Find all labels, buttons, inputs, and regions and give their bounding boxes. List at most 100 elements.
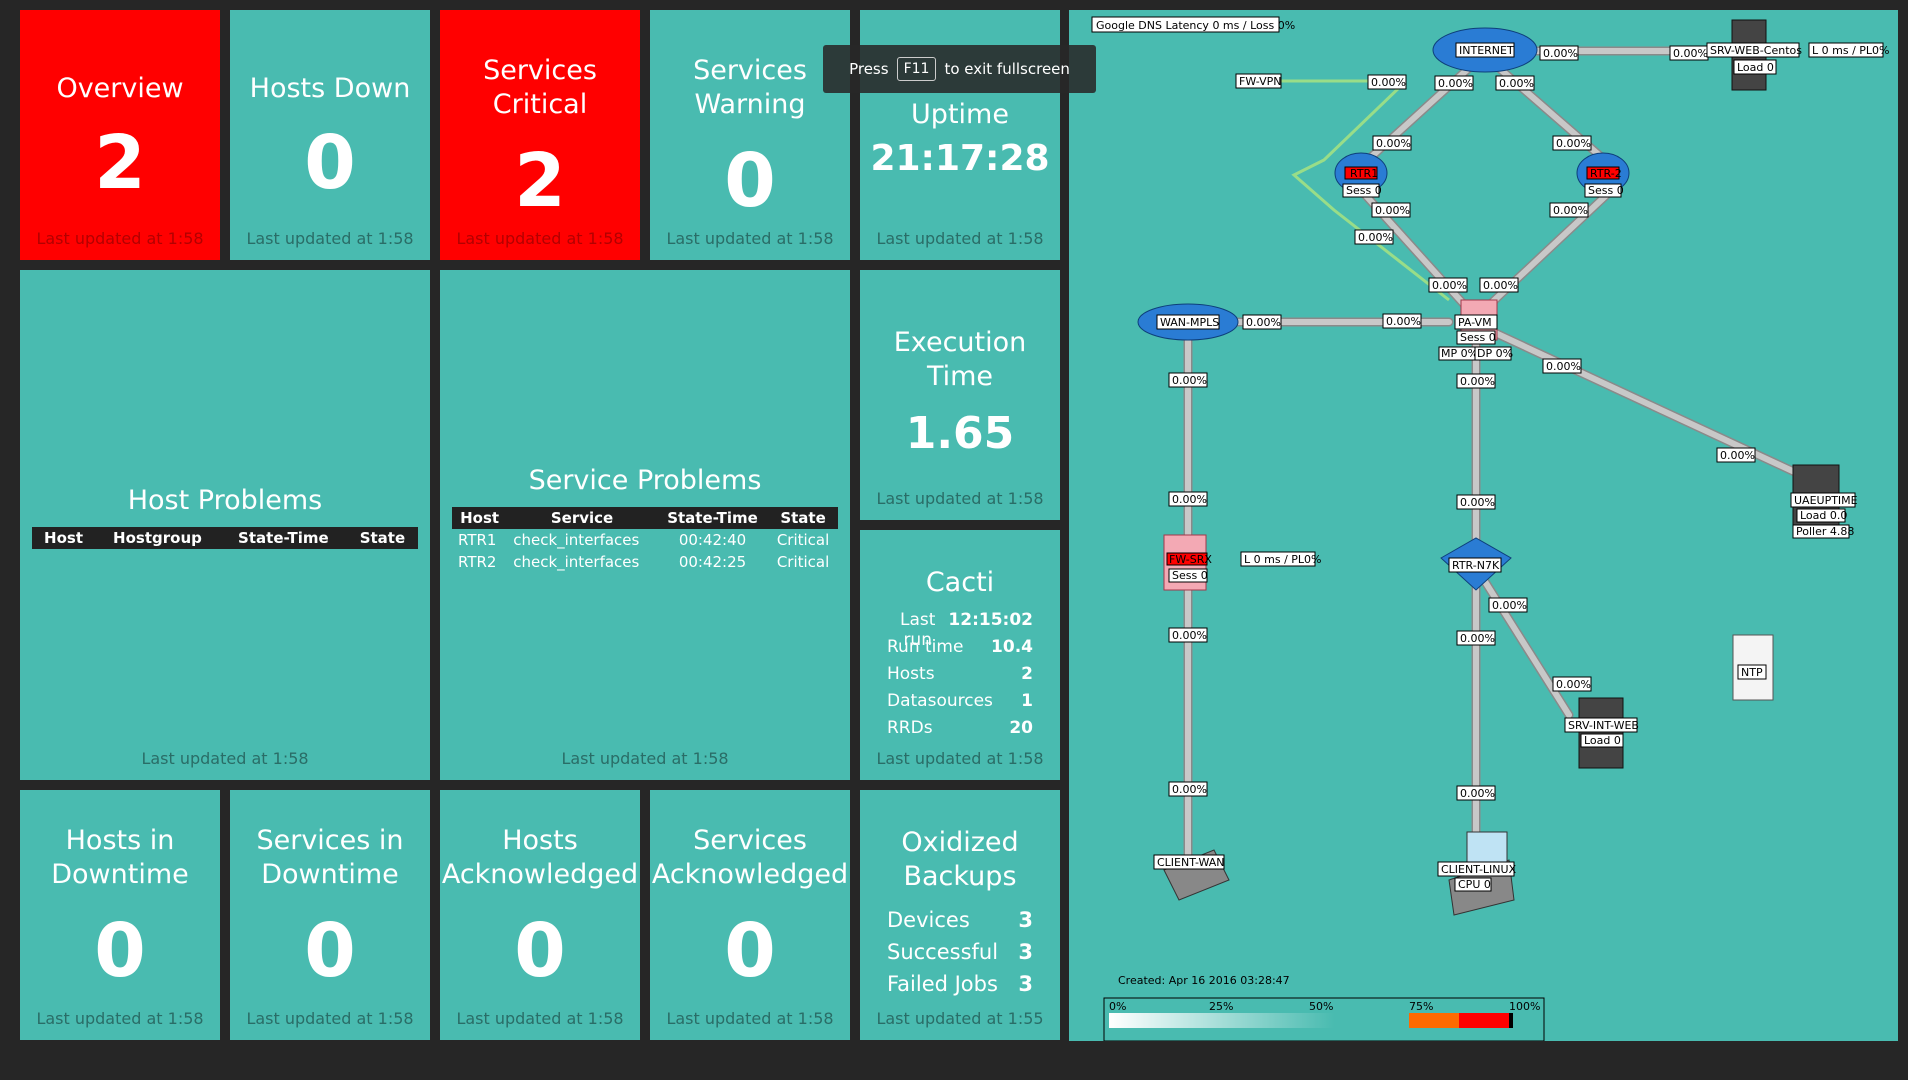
cell-host: RTR1 (458, 531, 497, 549)
tile-title-line2: Acknowledged (651, 859, 849, 890)
link-pct: 0.00% (1556, 678, 1591, 691)
kv-value: 20 (1009, 718, 1033, 738)
cacti-run-time: Run time 10.4 (887, 637, 1033, 657)
tile-footer: Last updated at 1:55 (876, 1009, 1044, 1028)
node-label: CLIENT-WAN (1157, 856, 1225, 869)
col-host: Host (32, 527, 96, 549)
host-problems-tile[interactable]: Host Problems Host Hostgroup State-Time … (20, 270, 430, 780)
services-acknowledged-tile[interactable]: Services Acknowledged 0 Last updated at … (650, 790, 850, 1040)
link-pct: 0.00% (1460, 632, 1495, 645)
link-pct: 0.00% (1438, 77, 1473, 90)
fullscreen-toast: Press F11 to exit fullscreen (823, 45, 1096, 93)
kv-label: Failed Jobs (887, 972, 998, 996)
ntp-node[interactable]: NTP (1732, 634, 1774, 701)
services-critical-tile[interactable]: Services Critical 2 Last updated at 1:58 (440, 10, 640, 260)
kv-label: Successful (887, 940, 999, 964)
tile-title-line2: Downtime (261, 859, 399, 890)
legend-red (1459, 1013, 1509, 1028)
service-problems-table: Host Service State-Time State RTR1 check… (452, 507, 838, 573)
node-label: CLIENT-LINUX (1441, 863, 1517, 876)
tile-value: 0 (304, 120, 356, 206)
wan-mpls-node[interactable]: WAN-MPLS (1137, 303, 1239, 341)
host-problems-table: Host Hostgroup State-Time State (32, 527, 418, 549)
link-pct: 0.00% (1246, 316, 1281, 329)
tile-footer: Last updated at 1:58 (456, 229, 624, 248)
cacti-tile[interactable]: Cacti Last run 12:15:02 Run time 10.4 Ho… (860, 530, 1060, 780)
link-pct: 0.00% (1386, 315, 1421, 328)
node-stat: Poller 4.88 (1796, 525, 1854, 538)
table-row[interactable]: RTR2 check_interfaces 00:42:25 Critical (452, 551, 838, 573)
hosts-downtime-tile[interactable]: Hosts in Downtime 0 Last updated at 1:58 (20, 790, 220, 1040)
tile-title-line1: Services (693, 825, 807, 856)
tile-footer: Last updated at 1:58 (561, 749, 729, 768)
node-stat: Sess 0 (1172, 569, 1208, 582)
overview-tile[interactable]: Overview 2 Last updated at 1:58 (20, 10, 220, 260)
tile-title-line1: Services (483, 55, 597, 86)
link-pct: 0.00% (1720, 449, 1755, 462)
services-downtime-tile[interactable]: Services in Downtime 0 Last updated at 1… (230, 790, 430, 1040)
legend-tick: 25% (1209, 1000, 1233, 1013)
link-pct: 0.00% (1543, 47, 1578, 60)
link-pct: 0.00% (1371, 76, 1406, 89)
link-pct: 0.00% (1483, 279, 1518, 292)
tile-title-line2: Warning (694, 89, 806, 120)
rtr1-node[interactable]: RTR1 Sess 0 (1334, 152, 1388, 198)
link-pct: 0.00% (1492, 599, 1527, 612)
node-stat: L 0 ms / PL0% (1244, 553, 1321, 566)
col-state-time: State-Time (219, 527, 347, 549)
node-label: INTERNET (1459, 44, 1514, 57)
legend-tick: 50% (1309, 1000, 1333, 1013)
created-text: Created: Apr 16 2016 03:28:47 (1118, 974, 1290, 987)
server-icon (1578, 697, 1624, 769)
internet-node[interactable]: INTERNET (1432, 27, 1538, 73)
kv-label: Devices (887, 908, 970, 932)
node-label: RTR-N7K (1452, 559, 1500, 572)
tile-value: 2 (94, 120, 146, 206)
tile-title: Cacti (925, 567, 995, 598)
kv-label: Run time (887, 637, 964, 657)
tile-title-line2: Backups (903, 861, 1017, 892)
services-warning-tile[interactable]: Services Warning 0 Last updated at 1:58 (650, 10, 850, 260)
tile-title: Uptime (911, 99, 1009, 130)
col-state: State (768, 507, 838, 529)
oxidized-devices: Devices 3 (887, 908, 1033, 932)
cell-host: RTR2 (458, 553, 497, 571)
node-stat: Load 0 (1584, 734, 1621, 747)
oxidized-successful: Successful 3 (887, 940, 1033, 964)
node-label: RTR1 (1350, 167, 1378, 180)
service-problems-tile[interactable]: Service Problems Host Service State-Time… (440, 270, 850, 780)
f11-key-icon: F11 (896, 57, 937, 81)
node-label: FW-VPN (1239, 75, 1281, 88)
tile-value: 21:17:28 (870, 138, 1050, 179)
cacti-rrds: RRDs 20 (887, 718, 1033, 738)
tile-value: 0 (724, 138, 776, 224)
rtr2-node[interactable]: RTR-2 Sess 0 (1576, 152, 1630, 198)
weathermap-canvas: Google DNS Latency 0 ms / Loss 0% Create… (1069, 10, 1898, 1042)
link-pct: 0.00% (1556, 137, 1591, 150)
col-host: Host (452, 507, 508, 529)
node-stat: Load 0.0 (1800, 509, 1847, 522)
link-pct: 0.00% (1172, 629, 1207, 642)
link-pct: 0.00% (1358, 231, 1393, 244)
tile-value: 1.65 (905, 408, 1015, 459)
node-label: PA-VM (1458, 316, 1492, 329)
link-pct: 0.00% (1375, 204, 1410, 217)
tile-title: Host Problems (127, 485, 323, 516)
cell-state: Critical (776, 553, 830, 571)
fw-vpn-node[interactable]: FW-VPN (1235, 73, 1282, 89)
kv-label: RRDs (887, 718, 933, 738)
link-pct: 0.00% (1376, 137, 1411, 150)
tile-value: 0 (724, 908, 776, 994)
cacti-hosts: Hosts 2 (887, 664, 1033, 684)
node-label: SRV-WEB-Centos (1710, 44, 1802, 57)
table-row[interactable]: RTR1 check_interfaces 00:42:40 Critical (452, 529, 838, 551)
tile-title-line2: Acknowledged (441, 859, 639, 890)
tile-title: Hosts Down (249, 73, 411, 104)
tile-footer: Last updated at 1:58 (246, 229, 414, 248)
hosts-down-tile[interactable]: Hosts Down 0 Last updated at 1:58 (230, 10, 430, 260)
oxidized-backups-tile[interactable]: Oxidized Backups Devices 3 Successful 3 … (860, 790, 1060, 1040)
execution-time-tile[interactable]: Execution Time 1.65 Last updated at 1:58 (860, 270, 1060, 520)
network-weathermap[interactable]: Google DNS Latency 0 ms / Loss 0% Create… (1069, 10, 1898, 1042)
hosts-acknowledged-tile[interactable]: Hosts Acknowledged 0 Last updated at 1:5… (440, 790, 640, 1040)
tile-footer: Last updated at 1:58 (666, 1009, 834, 1028)
